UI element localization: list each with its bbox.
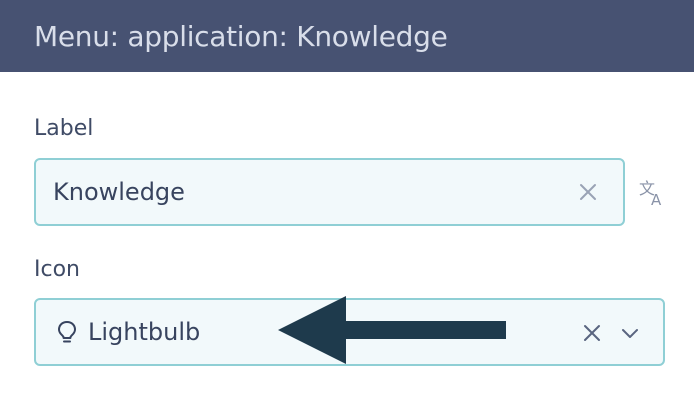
dialog-title: Menu: application: Knowledge	[34, 19, 448, 53]
lightbulb-icon	[56, 320, 78, 344]
clear-icon-selection-icon[interactable]	[580, 321, 604, 345]
dialog-header: Menu: application: Knowledge	[0, 0, 694, 72]
label-input[interactable]: Knowledge	[34, 158, 625, 226]
label-field-label: Label	[34, 116, 94, 141]
svg-text:A: A	[651, 191, 662, 207]
chevron-down-icon[interactable]	[618, 321, 642, 345]
translate-icon[interactable]: 文 A	[636, 176, 668, 208]
icon-field-label: Icon	[34, 257, 80, 282]
clear-label-icon[interactable]	[576, 180, 600, 204]
arrow-left-icon	[278, 296, 506, 364]
icon-select-value: Lightbulb	[88, 318, 201, 346]
label-input-value[interactable]: Knowledge	[53, 178, 185, 206]
